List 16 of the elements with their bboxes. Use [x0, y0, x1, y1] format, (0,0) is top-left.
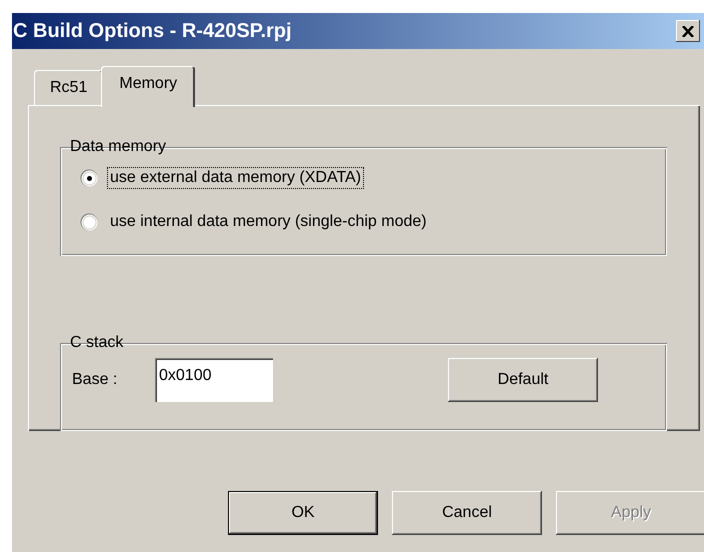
window-title: C Build Options - R-420SP.rpj	[12, 20, 293, 42]
tab[interactable]: Memory	[101, 66, 196, 107]
base-label: Base :	[72, 371, 118, 389]
dialog-button[interactable]: Cancel	[392, 491, 542, 535]
radio-button[interactable]	[80, 169, 98, 187]
tab[interactable]: Rc51	[34, 70, 104, 105]
group-title: C stack	[69, 334, 124, 352]
group-title: Data memory	[69, 138, 168, 156]
radio-label: use internal data memory (single-chip mode)	[109, 212, 428, 232]
dialog-button[interactable]: OK	[228, 491, 378, 535]
close-button[interactable]	[676, 20, 700, 42]
base-field[interactable]: 0x0100	[155, 358, 273, 402]
radio-label: use external data memory (XDATA)	[108, 168, 364, 188]
close-icon	[682, 26, 694, 36]
radio-button[interactable]	[80, 213, 98, 231]
default-button[interactable]: Default	[448, 358, 598, 402]
